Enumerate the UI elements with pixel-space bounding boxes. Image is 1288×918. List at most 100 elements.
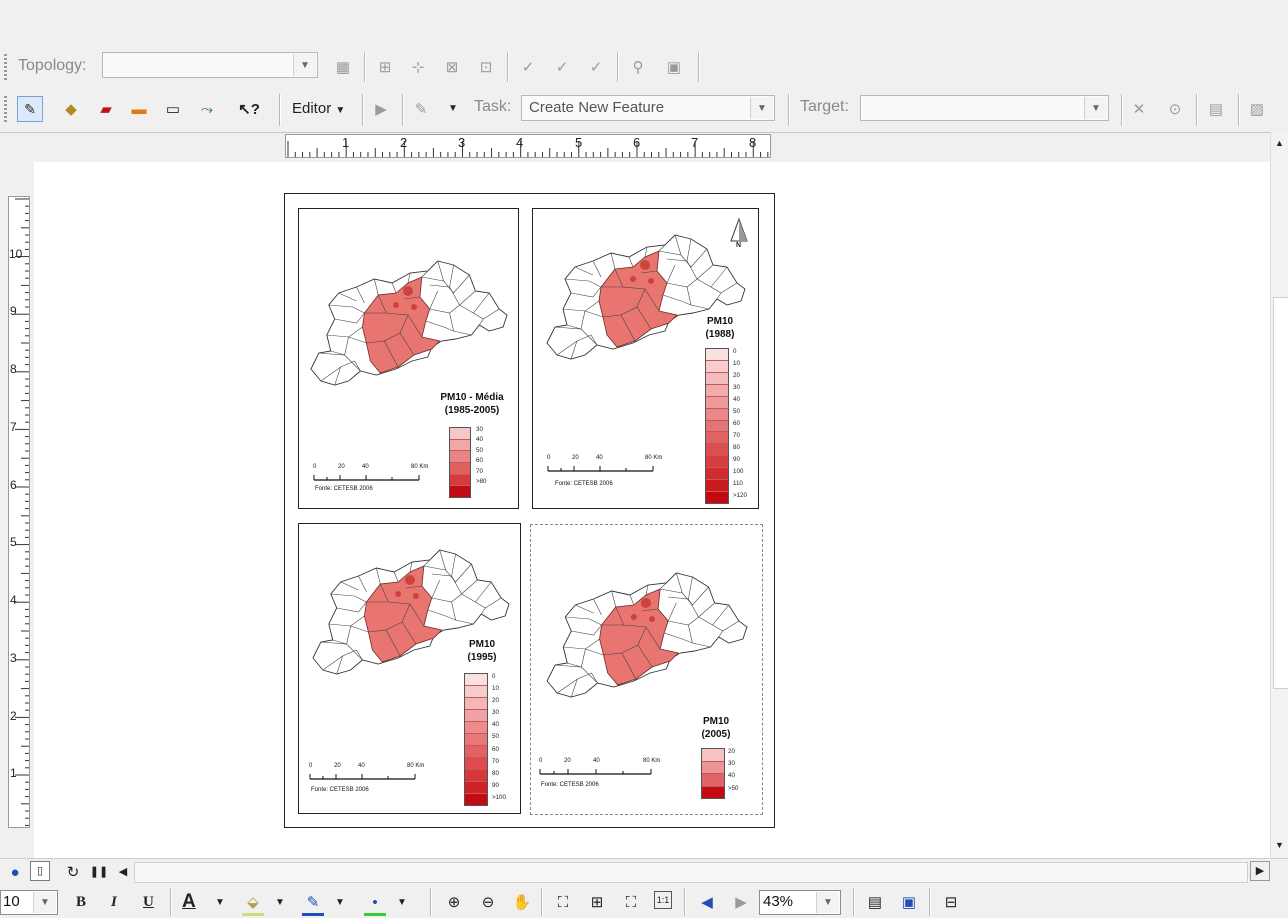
chevron-down-icon[interactable]: ▼ (33, 892, 56, 913)
catalog-icon[interactable]: ◆ (60, 98, 82, 120)
topology-map-icon[interactable]: ▦ (332, 56, 354, 78)
legend-swatch (702, 761, 724, 774)
topology-edit-icon[interactable]: ⊞ (374, 56, 396, 78)
map-frame-1988[interactable]: N PM10 (1988) 0 10 20 30 40 50 60 70 80 90 100 110 >… (532, 208, 759, 509)
toolbox-icon[interactable]: ▰ (95, 98, 117, 120)
target-combo[interactable]: ▼ (860, 95, 1109, 121)
scale-label: 80 Km (407, 763, 425, 769)
topology-label: Topology: (18, 57, 87, 74)
legend-value: 40 (733, 396, 740, 403)
legend-ramp (705, 348, 729, 504)
scroll-up-icon[interactable]: ▲ (1275, 138, 1284, 148)
font-size-combo[interactable]: 10 ▼ (0, 890, 58, 915)
scale-label: 40 (596, 455, 603, 461)
chevron-down-icon[interactable]: ▼ (816, 892, 839, 913)
focus-data-frame-icon[interactable]: ▣ (898, 891, 920, 913)
sketch-tool-icon[interactable]: ✎ (410, 98, 432, 120)
back-extent-icon[interactable]: ◀ (696, 891, 718, 913)
ruler-v-label: 1 (10, 766, 17, 780)
task-label: Task: (474, 98, 512, 115)
validate-edit-icon[interactable]: ✓ (517, 56, 539, 78)
pause-icon[interactable]: ❚❚ (88, 861, 110, 883)
zoom-in-icon[interactable]: ⊕ (443, 891, 465, 913)
task-combo[interactable]: Create New Feature ▼ (521, 95, 775, 121)
topology-layer-combo[interactable]: ▼ (102, 52, 318, 78)
split-tool-icon[interactable]: ✕ (1128, 98, 1150, 120)
zoom-out-icon[interactable]: ⊖ (477, 891, 499, 913)
scale-label: 20 (572, 455, 579, 461)
horizontal-ruler: 1 2 3 4 5 6 7 8 (285, 134, 771, 158)
chevron-down-icon[interactable]: ▼ (442, 98, 464, 120)
scroll-down-icon[interactable]: ▼ (1275, 840, 1284, 850)
scale-ticks (313, 475, 420, 481)
underline-button[interactable]: U (143, 894, 154, 911)
help-cursor-icon[interactable]: ↖? (238, 98, 260, 120)
select-elements-icon[interactable]: ✎ (17, 96, 43, 122)
topology-inspector-icon[interactable]: ▣ (663, 56, 685, 78)
edit-tool-icon[interactable]: ▶ (370, 98, 392, 120)
toolbar-grip[interactable] (4, 96, 7, 124)
validate-all-icon[interactable]: ✓ (585, 56, 607, 78)
fill-color-icon[interactable]: ⬙ (242, 891, 264, 916)
legend-swatch (465, 686, 487, 698)
chevron-down-icon[interactable]: ▼ (329, 892, 351, 914)
toolbar-grip[interactable] (4, 54, 7, 80)
refresh-icon[interactable]: ↻ (62, 861, 84, 883)
error-inspector-icon[interactable]: ⚲ (627, 56, 649, 78)
zoom-percent-combo[interactable]: 43% ▼ (759, 890, 841, 915)
scale-label: 0 (547, 455, 551, 461)
layout-view-icon[interactable]: ▯ (30, 861, 50, 881)
marker-color-icon[interactable]: • (364, 891, 386, 916)
sketch-properties-icon[interactable]: ▨ (1246, 98, 1268, 120)
line-color-icon[interactable]: ✎ (302, 891, 324, 916)
editor-menu[interactable]: Editor ▼ (292, 100, 345, 117)
change-layout-icon[interactable]: ⊟ (940, 891, 962, 913)
results-icon[interactable]: ▬ (128, 98, 150, 120)
topology-shared-icon[interactable]: ⊠ (441, 56, 463, 78)
legend-value: 60 (476, 457, 483, 465)
chevron-down-icon[interactable]: ▼ (750, 97, 773, 119)
font-color-button[interactable]: A (182, 891, 196, 913)
ruler-v-label: 5 (10, 535, 17, 549)
legend-swatch (465, 770, 487, 782)
legend-value: 0 (733, 348, 737, 355)
fixed-zoom-out-icon[interactable]: ⛶ (620, 891, 642, 913)
north-label: N (736, 242, 742, 249)
italic-button[interactable]: I (111, 894, 117, 911)
chevron-down-icon[interactable]: ▼ (209, 892, 231, 914)
chevron-down-icon[interactable]: ▼ (391, 892, 413, 914)
zoom-whole-page-icon[interactable]: ⛶ (552, 891, 574, 913)
scroll-thumb[interactable] (1273, 297, 1288, 689)
rotate-tool-icon[interactable]: ⊙ (1164, 98, 1186, 120)
pan-icon[interactable]: ✋ (511, 891, 533, 913)
legend-swatch (465, 710, 487, 722)
map-frame-average[interactable]: PM10 - Média (1985-2005) 30 40 50 60 70 >80 0… (298, 208, 519, 509)
scroll-left-icon[interactable]: ◀ (112, 861, 134, 883)
map-frame-1995[interactable]: PM10 (1995) 0 10 20 30 40 50 60 70 80 90 >100 0 20… (298, 523, 521, 814)
model-builder-icon[interactable]: ⤳ (196, 98, 218, 120)
bold-button[interactable]: B (76, 894, 86, 911)
window-icon[interactable]: ▭ (162, 98, 184, 120)
scroll-right-icon[interactable]: ▶ (1250, 861, 1270, 881)
topology-split-icon[interactable]: ⊡ (475, 56, 497, 78)
vertical-scrollbar[interactable]: ▲ ▼ (1270, 132, 1288, 858)
chevron-down-icon[interactable]: ▼ (293, 54, 316, 76)
map-frame-2005[interactable]: PM10 (2005) 20 30 40 >50 0 20 40 80 Km Font… (530, 524, 763, 815)
topology-nodes-icon[interactable]: ⊹ (407, 56, 429, 78)
validate-extent-icon[interactable]: ✓ (551, 56, 573, 78)
legend-value: 40 (492, 721, 499, 729)
legend-value: 90 (733, 456, 740, 463)
data-view-icon[interactable]: ● (4, 861, 26, 883)
zoom-100-icon[interactable]: 1:1 (654, 891, 672, 909)
legend-swatch (702, 749, 724, 762)
toggle-draft-mode-icon[interactable]: ▤ (864, 891, 886, 913)
chevron-down-icon[interactable]: ▼ (1084, 97, 1107, 119)
attributes-icon[interactable]: ▤ (1205, 98, 1227, 120)
region-map (546, 234, 746, 360)
horizontal-scrollbar[interactable] (134, 862, 1248, 883)
forward-extent-icon[interactable]: ▶ (730, 891, 752, 913)
legend-swatch (465, 722, 487, 734)
chevron-down-icon[interactable]: ▼ (269, 892, 291, 914)
fixed-zoom-in-icon[interactable]: ⊞ (586, 891, 608, 913)
source-note: Fonte: CETESB 2006 (315, 486, 373, 492)
